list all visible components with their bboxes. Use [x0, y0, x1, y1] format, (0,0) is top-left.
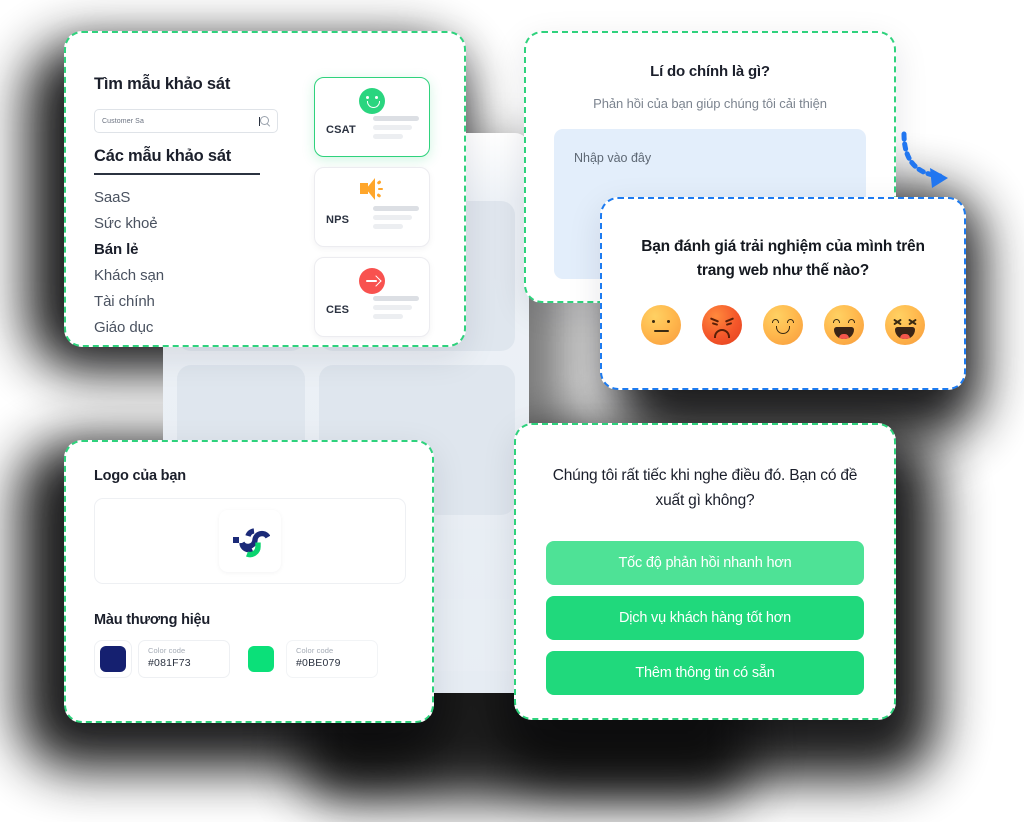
survey-type-label: CSAT	[326, 124, 356, 136]
nps-icon-wrap	[315, 178, 429, 200]
csat-icon-wrap	[315, 88, 429, 114]
squinting-laughing-face-emoji[interactable]	[885, 305, 925, 345]
placeholder-lines	[373, 116, 419, 139]
emoji-rating-row	[628, 305, 938, 345]
color-code-label: Color code	[296, 646, 334, 655]
brand-color-row: Color code #081F73 Color code #0BE079	[94, 640, 406, 678]
smile-icon	[359, 88, 385, 114]
search-icon	[260, 116, 270, 126]
survey-templates-card: Tìm mẫu khảo sát Customer Sa Các mẫu khả…	[64, 31, 466, 347]
brand-logo-icon	[233, 528, 270, 558]
color-swatch-button[interactable]	[94, 640, 132, 678]
logo-upload-frame[interactable]	[94, 498, 406, 584]
search-input-value: Customer Sa	[102, 117, 144, 125]
survey-type-card-csat[interactable]: CSAT	[314, 77, 430, 157]
color-code-field[interactable]: Color code #081F73	[138, 640, 230, 678]
survey-type-card-ces[interactable]: CES	[314, 257, 430, 337]
survey-type-label: NPS	[326, 214, 350, 226]
survey-type-label: CES	[326, 304, 350, 316]
brand-color-secondary: Color code #0BE079	[242, 640, 378, 678]
color-code-field[interactable]: Color code #0BE079	[286, 640, 378, 678]
suggestions-options: Tốc độ phản hồi nhanh hơn Dịch vụ khách …	[546, 541, 864, 695]
survey-type-card-nps[interactable]: NPS	[314, 167, 430, 247]
brand-color-heading: Màu thương hiệu	[94, 612, 211, 628]
color-swatch	[100, 646, 126, 672]
logo-heading: Logo của bạn	[94, 468, 186, 484]
survey-type-column: CSAT NPS CES	[314, 77, 430, 347]
smiling-face-emoji[interactable]	[763, 305, 803, 345]
rating-question: Bạn đánh giá trải nghiệm của mình trên t…	[641, 238, 925, 279]
suggestions-question: Chúng tôi rất tiếc khi nghe điều đó. Bạn…	[552, 467, 858, 509]
color-swatch	[248, 646, 274, 672]
logo-tile	[219, 510, 281, 572]
angry-face-emoji[interactable]	[702, 305, 742, 345]
experience-rating-card: Bạn đánh giá trải nghiệm của mình trên t…	[600, 197, 966, 390]
speaker-icon	[359, 178, 385, 200]
heading-divider	[94, 173, 260, 175]
suggestions-card: Chúng tôi rất tiếc khi nghe điều đó. Bạn…	[514, 423, 896, 720]
suggestion-option-button[interactable]: Dịch vụ khách hàng tốt hơn	[546, 596, 864, 640]
ces-icon-wrap	[315, 268, 429, 294]
search-input[interactable]: Customer Sa	[94, 109, 278, 133]
brand-color-primary: Color code #081F73	[94, 640, 230, 678]
arrow-right-icon	[359, 268, 385, 294]
color-swatch-button[interactable]	[242, 640, 280, 678]
color-code-label: Color code	[148, 646, 186, 655]
branding-card: Logo của bạn Màu thương hiệu Color code …	[64, 440, 434, 723]
suggestion-option-button[interactable]: Tốc độ phản hồi nhanh hơn	[546, 541, 864, 585]
reason-subtitle: Phản hồi của bạn giúp chúng tôi cải thiệ…	[593, 96, 827, 111]
suggestion-option-button[interactable]: Thêm thông tin có sẵn	[546, 651, 864, 695]
placeholder-lines	[373, 206, 419, 229]
placeholder-lines	[373, 296, 419, 319]
reason-question: Lí do chính là gì?	[650, 63, 770, 80]
composition-stage: Tìm mẫu khảo sát Customer Sa Các mẫu khả…	[0, 0, 1024, 822]
color-code-value: #0BE079	[296, 657, 341, 669]
color-code-value: #081F73	[148, 657, 191, 669]
laughing-face-emoji[interactable]	[824, 305, 864, 345]
pointer-arrow-icon	[901, 131, 948, 188]
neutral-face-emoji[interactable]	[641, 305, 681, 345]
